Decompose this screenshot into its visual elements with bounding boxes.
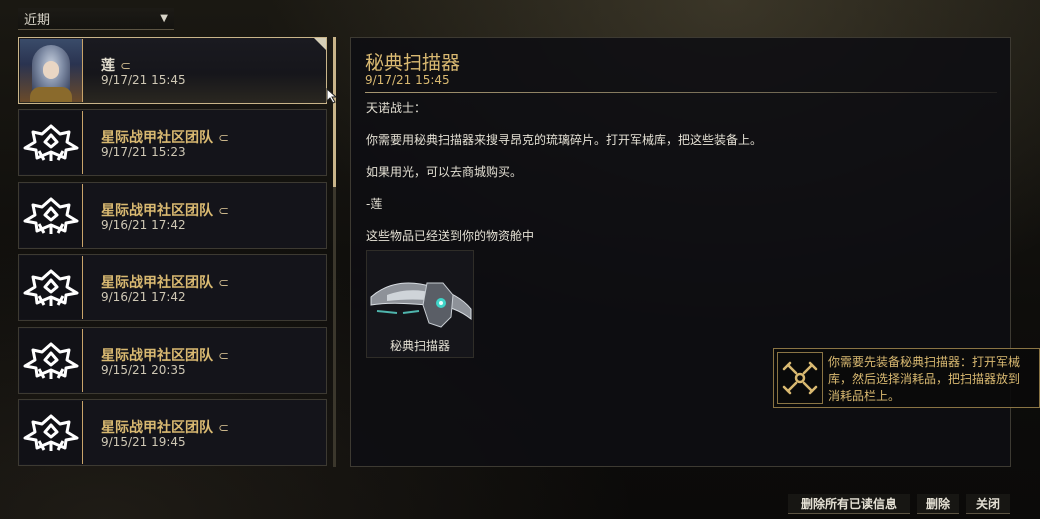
codex-scanner-icon [370,282,472,328]
chevron-down-icon: ▼ [160,13,168,24]
delete-button[interactable]: 删除 [917,494,959,514]
inbox-item-sender: 星际战甲社区团队 ⊂ [101,348,229,364]
message-line: 如果用光，可以去商城购买。 [366,165,523,179]
warframe-logo-icon [23,269,79,306]
message-date: 9/17/21 15:45 [365,73,450,87]
message-body: 天诺战士： 你需要用秘典扫描器来搜寻昂克的琉璃碎片。打开军械库，把这些装备上。 … [366,100,996,260]
attachment-clip-icon: ⊂ [218,349,229,364]
inbox-item-date: 9/15/21 20:35 [101,363,186,377]
sender-avatar [20,39,83,102]
warframe-logo-icon [23,342,79,379]
hint-tooltip: 你需要先装备秘典扫描器：打开军械库，然后选择消耗品，把扫描器放到消耗品栏上。 [773,348,1040,408]
warframe-logo-icon [23,414,79,451]
close-button[interactable]: 关闭 [966,494,1010,514]
inbox-item-sender: 星际战甲社区团队 ⊂ [101,130,229,146]
inbox-item-sender: 星际战甲社区团队 ⊂ [101,275,229,291]
message-title: 秘典扫描器 [365,52,461,74]
sender-avatar [20,401,83,464]
message-line: 你需要用秘典扫描器来搜寻昂克的琉璃碎片。打开军械库，把这些装备上。 [366,133,763,147]
mouse-cursor-icon [326,88,338,104]
sender-avatar [20,256,83,319]
warframe-logo-icon [23,124,79,161]
sender-avatar [20,111,83,174]
message-line: -莲 [366,197,383,211]
inbox-item[interactable]: 星际战甲社区团队 ⊂ 9/16/21 17:42 [18,182,327,249]
attachment-label: 秘典扫描器 [389,339,450,353]
selected-corner-marker [314,38,326,50]
filter-selected-value: 近期 [24,13,51,28]
inbox-scrollbar-thumb[interactable] [333,37,336,187]
attachment-clip-icon: ⊂ [120,59,131,74]
warframe-logo-icon [23,197,79,234]
tooltip-text: 你需要先装备秘典扫描器：打开军械库，然后选择消耗品，把扫描器放到消耗品栏上。 [828,355,1021,403]
inbox-item[interactable]: 莲 ⊂ 9/17/21 15:45 [18,37,327,104]
attachment-item[interactable]: 秘典扫描器 [366,250,474,358]
inbox-item[interactable]: 星际战甲社区团队 ⊂ 9/16/21 17:42 [18,254,327,321]
inbox-item[interactable]: 星际战甲社区团队 ⊂ 9/15/21 19:45 [18,399,327,466]
inbox-item-date: 9/15/21 19:45 [101,435,186,449]
attachment-clip-icon: ⊂ [218,131,229,146]
inbox-item-date: 9/16/21 17:42 [101,218,186,232]
inbox-item[interactable]: 星际战甲社区团队 ⊂ 9/17/21 15:23 [18,109,327,176]
delete-all-read-button[interactable]: 删除所有已读信息 [788,494,910,514]
inbox-list: 莲 ⊂ 9/17/21 15:45 星际战甲社区团队 ⊂ 9/17/21 15:23… [18,37,327,467]
inbox-item-date: 9/16/21 17:42 [101,290,186,304]
title-divider [365,92,997,93]
scanner-hint-icon [777,352,823,404]
inbox-item-sender: 莲 ⊂ [101,58,131,74]
inbox-item-sender: 星际战甲社区团队 ⊂ [101,420,229,436]
inbox-item-date: 9/17/21 15:23 [101,145,186,159]
inbox-item-date: 9/17/21 15:45 [101,73,186,87]
attachment-clip-icon: ⊂ [218,421,229,436]
inbox-item-sender: 星际战甲社区团队 ⊂ [101,203,229,219]
sender-avatar [20,329,83,392]
sender-avatar [20,184,83,247]
inbox-item[interactable]: 星际战甲社区团队 ⊂ 9/15/21 20:35 [18,327,327,394]
attachment-clip-icon: ⊂ [218,204,229,219]
attachment-clip-icon: ⊂ [218,276,229,291]
inbox-filter-dropdown[interactable]: 近期 ▼ [18,8,174,30]
avatar-lotus-icon [20,39,82,102]
message-line: 天诺战士： [366,101,427,115]
